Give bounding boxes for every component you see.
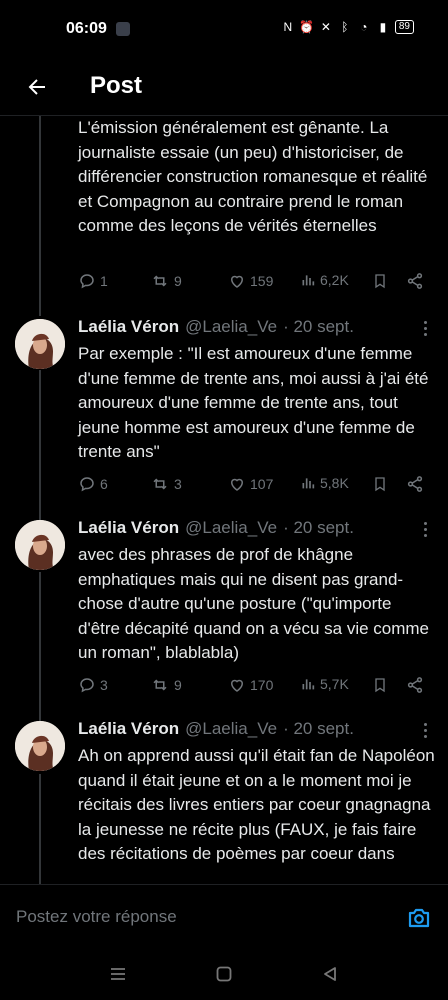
thread-connector bbox=[39, 116, 41, 316]
status-time: 06:09 bbox=[66, 20, 107, 37]
views-chart-icon bbox=[302, 478, 315, 489]
tweet-actions: 6 3 107 5,8K bbox=[78, 475, 428, 499]
thread-connector bbox=[39, 774, 41, 884]
camera-icon[interactable] bbox=[404, 903, 434, 933]
share-button[interactable] bbox=[406, 676, 424, 694]
status-bar: 06:09 N ⏰ ✕ ᛒ ◔ ▮ 89 bbox=[0, 0, 448, 60]
retweet-count: 9 bbox=[174, 273, 182, 289]
views-button[interactable]: 6,2K bbox=[300, 272, 349, 288]
mute-icon: ✕ bbox=[320, 20, 331, 34]
tweet-date: · 20 sept. bbox=[283, 719, 354, 738]
author-handle[interactable]: @Laelia_Ve bbox=[185, 317, 277, 337]
page-title: Post bbox=[90, 72, 143, 99]
bookmark-icon bbox=[375, 678, 385, 693]
reply-button[interactable]: 3 bbox=[78, 676, 108, 694]
share-button[interactable] bbox=[406, 475, 424, 493]
view-count: 6,2K bbox=[320, 272, 349, 288]
status-icons: N ⏰ ✕ ᛒ ◔ ▮ 89 bbox=[281, 20, 414, 34]
tweet-date: · 20 sept. bbox=[283, 518, 354, 537]
top-app-bar: Post bbox=[0, 60, 448, 116]
tweet-header: Laélia Véron @Laelia_Ve · 20 sept. bbox=[78, 518, 354, 538]
share-button[interactable] bbox=[406, 272, 424, 290]
more-options-icon[interactable] bbox=[422, 522, 428, 537]
tweet-actions: 1 9 159 6,2K bbox=[78, 272, 428, 296]
reply-composer[interactable]: Postez votre réponse bbox=[0, 884, 448, 950]
like-button[interactable]: 159 bbox=[228, 272, 273, 290]
tweet-header: Laélia Véron @Laelia_Ve · 20 sept. bbox=[78, 317, 354, 337]
tweet-text: avec des phrases de prof de khâgne empha… bbox=[78, 545, 430, 662]
retweet-icon bbox=[153, 478, 167, 490]
heart-icon bbox=[230, 478, 244, 491]
back-triangle-icon[interactable] bbox=[320, 964, 340, 984]
avatar[interactable] bbox=[15, 721, 65, 771]
author-handle[interactable]: @Laelia_Ve bbox=[185, 518, 277, 538]
share-icon bbox=[407, 476, 423, 492]
reply-icon bbox=[80, 678, 94, 693]
battery-indicator: 89 bbox=[394, 20, 414, 34]
avatar[interactable] bbox=[15, 319, 65, 369]
tweet-text: Ah on apprend aussi qu'il était fan de N… bbox=[78, 746, 435, 863]
reply-button[interactable]: 1 bbox=[78, 272, 108, 290]
like-count: 107 bbox=[250, 476, 274, 492]
view-count: 5,8K bbox=[320, 475, 349, 491]
bookmark-button[interactable] bbox=[372, 676, 388, 694]
reply-count: 6 bbox=[100, 476, 108, 492]
like-count: 159 bbox=[250, 273, 274, 289]
reply-input[interactable]: Postez votre réponse bbox=[16, 907, 177, 927]
tweet-header: Laélia Véron @Laelia_Ve · 20 sept. bbox=[78, 719, 354, 739]
views-button[interactable]: 5,8K bbox=[300, 475, 349, 491]
more-options-icon[interactable] bbox=[422, 723, 428, 738]
retweet-button[interactable]: 9 bbox=[150, 676, 182, 694]
reply-count: 1 bbox=[100, 273, 108, 289]
bookmark-button[interactable] bbox=[372, 272, 388, 290]
share-icon bbox=[407, 677, 423, 693]
reply-count: 3 bbox=[100, 677, 108, 693]
system-nav-bar bbox=[0, 950, 448, 1000]
author-name[interactable]: Laélia Véron bbox=[78, 317, 179, 337]
tweet-date: · 20 sept. bbox=[283, 317, 354, 336]
signal-icon: ▮ bbox=[379, 20, 387, 34]
heart-icon bbox=[230, 679, 244, 692]
notification-icon bbox=[116, 22, 130, 36]
reply-icon bbox=[80, 477, 94, 492]
heart-icon bbox=[230, 275, 244, 288]
bluetooth-icon: ᛒ bbox=[341, 20, 349, 34]
author-handle[interactable]: @Laelia_Ve bbox=[185, 719, 277, 739]
tweet-text: L'émission généralement est gênante. La … bbox=[78, 118, 428, 235]
retweet-icon bbox=[153, 275, 167, 287]
bookmark-icon bbox=[375, 274, 385, 289]
retweet-icon bbox=[153, 679, 167, 691]
wifi-icon: ◔ bbox=[360, 20, 368, 34]
views-chart-icon bbox=[302, 679, 315, 690]
retweet-button[interactable]: 3 bbox=[150, 475, 182, 493]
alarm-icon: ⏰ bbox=[299, 20, 315, 34]
recents-menu-icon[interactable] bbox=[108, 964, 128, 984]
bookmark-icon bbox=[375, 477, 385, 492]
share-icon bbox=[407, 273, 423, 289]
back-arrow-icon[interactable] bbox=[22, 72, 52, 102]
retweet-button[interactable]: 9 bbox=[150, 272, 182, 290]
tweet-text: Par exemple : "Il est amoureux d'une fem… bbox=[78, 344, 429, 461]
home-icon[interactable] bbox=[214, 964, 234, 984]
avatar[interactable] bbox=[15, 520, 65, 570]
retweet-count: 3 bbox=[174, 476, 182, 492]
thread-connector bbox=[39, 370, 41, 520]
nfc-icon: N bbox=[283, 20, 293, 34]
author-name[interactable]: Laélia Véron bbox=[78, 518, 179, 538]
author-name[interactable]: Laélia Véron bbox=[78, 719, 179, 739]
like-button[interactable]: 170 bbox=[228, 676, 273, 694]
like-count: 170 bbox=[250, 677, 274, 693]
like-button[interactable]: 107 bbox=[228, 475, 273, 493]
bookmark-button[interactable] bbox=[372, 475, 388, 493]
views-chart-icon bbox=[302, 275, 315, 286]
retweet-count: 9 bbox=[174, 677, 182, 693]
tweet-actions: 3 9 170 5,7K bbox=[78, 676, 428, 700]
reply-icon bbox=[80, 274, 94, 289]
view-count: 5,7K bbox=[320, 676, 349, 692]
views-button[interactable]: 5,7K bbox=[300, 676, 349, 692]
reply-button[interactable]: 6 bbox=[78, 475, 108, 493]
thread-connector bbox=[39, 572, 41, 722]
more-options-icon[interactable] bbox=[422, 321, 428, 336]
